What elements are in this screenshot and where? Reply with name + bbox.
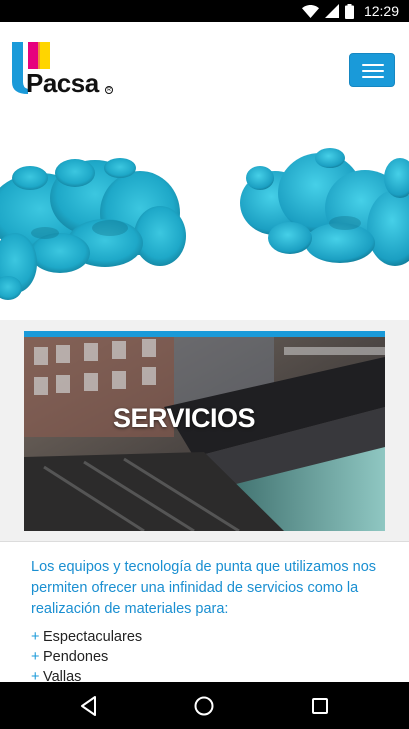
menu-button[interactable]	[349, 53, 395, 87]
signal-icon	[324, 4, 339, 18]
home-icon[interactable]	[192, 694, 216, 718]
list-item: + Espectaculares	[31, 627, 142, 647]
ink-cloud-illustration	[0, 148, 409, 300]
hamburger-icon-line	[362, 64, 384, 66]
hamburger-icon-line	[362, 76, 384, 78]
list-item: + Vallas	[31, 667, 142, 682]
wifi-icon	[301, 4, 319, 18]
list-item: + Pendones	[31, 647, 142, 667]
plus-icon: +	[31, 629, 40, 645]
logo-text: Pacsa	[26, 68, 99, 98]
battery-icon	[344, 3, 354, 19]
printer-photo	[24, 337, 385, 531]
services-banner[interactable]: SERVICIOS	[24, 331, 385, 531]
services-intro: Los equipos y tecnología de punta que ut…	[31, 559, 377, 617]
android-nav-bar	[0, 682, 409, 729]
plus-icon: +	[31, 669, 40, 682]
list-item-label: Pendones	[43, 649, 109, 665]
status-bar: 12:29	[0, 0, 409, 22]
site-header: Pacsa R	[0, 22, 409, 118]
list-item-label: Espectaculares	[43, 629, 143, 645]
hero-banner	[0, 118, 409, 320]
services-title: SERVICIOS	[112, 403, 256, 433]
hamburger-icon-line	[362, 70, 384, 72]
status-time: 12:29	[363, 3, 399, 19]
services-content: Los equipos y tecnología de punta que ut…	[0, 543, 409, 682]
services-section: SERVICIOS	[0, 320, 409, 542]
registered-mark-icon: R	[105, 86, 113, 94]
pacsa-logo[interactable]: Pacsa R	[12, 42, 116, 98]
status-icons: 12:29	[301, 3, 399, 19]
plus-icon: +	[31, 649, 40, 665]
back-icon[interactable]	[77, 694, 101, 718]
recents-icon[interactable]	[308, 694, 332, 718]
list-item-label: Vallas	[43, 669, 82, 682]
service-list: + Espectaculares + Pendones + Vallas	[31, 627, 142, 682]
